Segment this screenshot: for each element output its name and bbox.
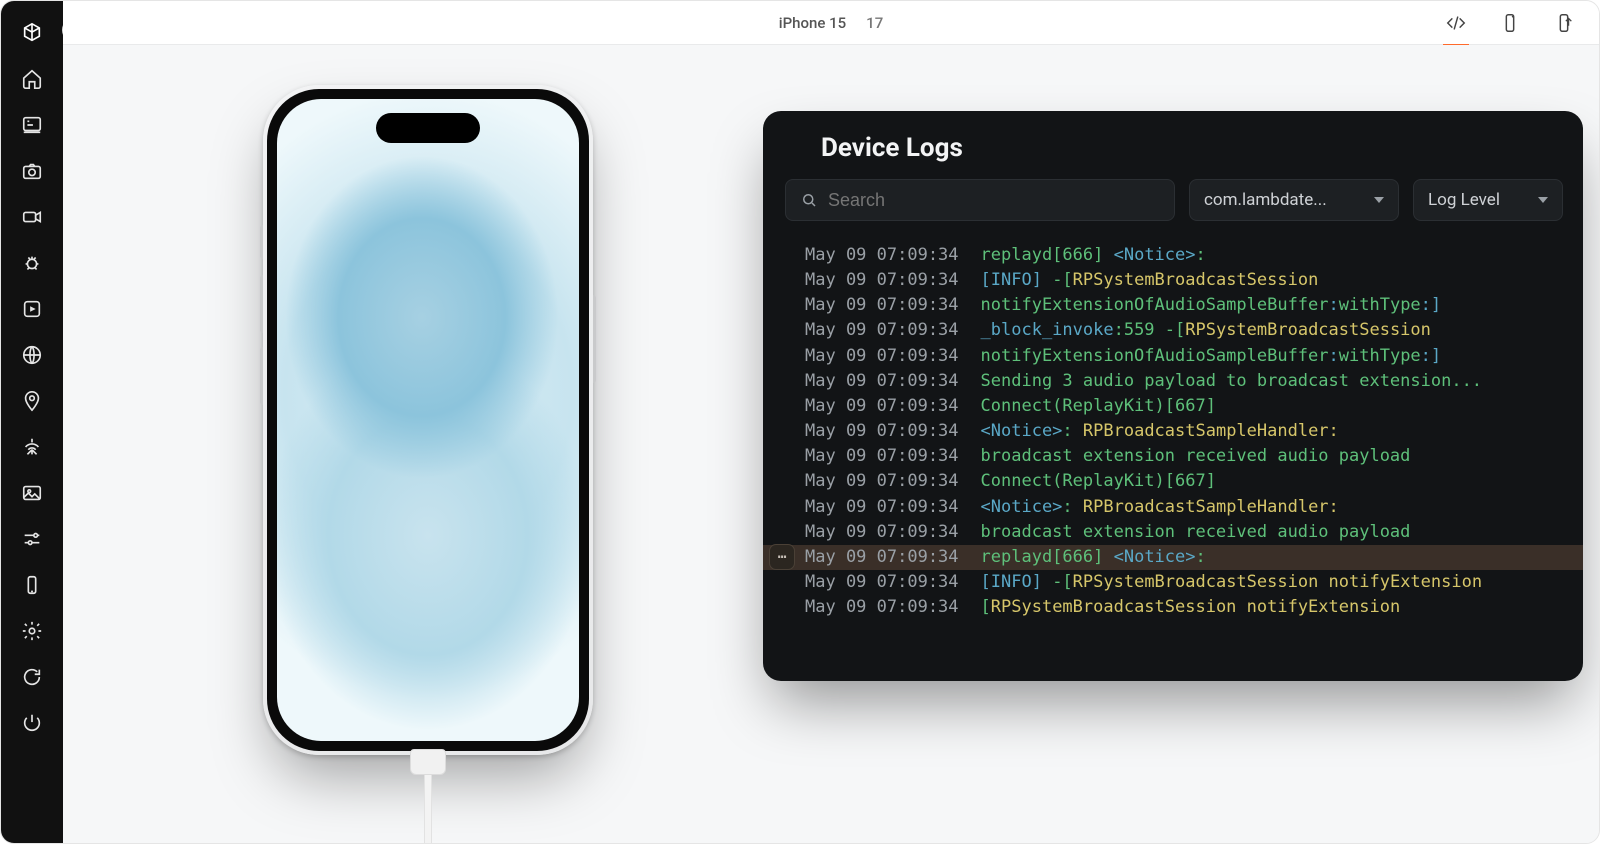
device-os-version: 17 — [866, 14, 883, 32]
topbar-actions — [1443, 1, 1577, 45]
log-message: notifyExtensionOfAudioSampleBuffer:withT… — [981, 344, 1442, 369]
log-timestamp: May 09 07:09:34 — [805, 318, 959, 343]
log-timestamp: May 09 07:09:34 — [805, 570, 959, 595]
app-window: iPhone 15 17 — [0, 0, 1600, 844]
gear-icon[interactable] — [12, 611, 52, 651]
globe-icon[interactable] — [12, 335, 52, 375]
log-timestamp: May 09 07:09:34 — [805, 344, 959, 369]
dynamic-island — [376, 113, 480, 143]
video-icon[interactable] — [12, 197, 52, 237]
apps-icon[interactable] — [12, 105, 52, 145]
sliders-icon[interactable] — [12, 519, 52, 559]
device-frame — [263, 85, 593, 755]
log-message: Sending 3 audio payload to broadcast ext… — [981, 369, 1483, 394]
gallery-icon[interactable] — [12, 473, 52, 513]
log-message: <Notice>: RPBroadcastSampleHandler: — [981, 495, 1339, 520]
log-row[interactable]: May 09 07:09:34 replayd[666] <Notice>: — [805, 243, 1563, 268]
device-screen[interactable] — [277, 99, 579, 741]
bug-icon[interactable] — [12, 243, 52, 283]
logs-body[interactable]: May 09 07:09:34replayd[666] <Notice>:May… — [763, 233, 1583, 620]
logs-level-filter-label: Log Level — [1428, 190, 1500, 210]
log-message: replayd[666] <Notice>: — [981, 243, 1206, 268]
log-row[interactable]: May 09 07:09:34 broadcast extension recei… — [805, 444, 1563, 469]
play-record-icon[interactable] — [12, 289, 52, 329]
device-bezel — [267, 89, 589, 751]
log-message: broadcast extension received audio paylo… — [981, 444, 1411, 469]
device-mute-switch — [260, 225, 263, 259]
log-message: Connect(ReplayKit)[667] — [981, 469, 1216, 494]
log-message: <Notice>: RPBroadcastSampleHandler: — [981, 419, 1339, 444]
code-toggle-button[interactable] — [1443, 10, 1469, 36]
log-message: [INFO] -[RPSystemBroadcastSession notify… — [981, 570, 1483, 595]
device-info: iPhone 15 17 — [779, 14, 883, 32]
log-timestamp: May 09 07:09:34 — [805, 520, 959, 545]
log-timestamp: May 09 07:09:34 — [805, 545, 959, 570]
log-row[interactable]: May 09 07:09:34 <Notice>: RPBroadcastSamp… — [805, 419, 1563, 444]
refresh-icon[interactable] — [12, 657, 52, 697]
device-logs-title: Device Logs — [763, 111, 1583, 179]
device-cable — [424, 775, 432, 844]
log-message: [RPSystemBroadcastSession notifyExtensio… — [981, 595, 1401, 620]
log-message: Connect(ReplayKit)[667] — [981, 394, 1216, 419]
device-os: 17 — [860, 14, 883, 32]
logs-search[interactable] — [785, 179, 1175, 221]
device-name: iPhone 15 — [779, 14, 846, 32]
log-message: [INFO] -[RPSystemBroadcastSession — [981, 268, 1319, 293]
log-row[interactable]: May 09 07:09:34 [RPSystemBroadcastSession… — [805, 595, 1563, 620]
home-icon[interactable] — [12, 59, 52, 99]
log-row[interactable]: May 09 07:09:34 notifyExtensionOfAudioSam… — [805, 293, 1563, 318]
camera-icon[interactable] — [12, 151, 52, 191]
log-message: replayd[666] <Notice>: — [981, 545, 1206, 570]
chevron-down-icon — [1374, 197, 1384, 203]
device-upload-button[interactable] — [1551, 10, 1577, 36]
device-icon[interactable] — [12, 565, 52, 605]
log-row[interactable]: May 09 07:09:34 Sending 3 audio payload t… — [805, 369, 1563, 394]
log-row[interactable]: May 09 07:09:34 _block_invoke:559 -[RPSys… — [805, 318, 1563, 343]
log-timestamp: May 09 07:09:34 — [805, 419, 959, 444]
brand-logo-icon[interactable] — [12, 13, 52, 53]
log-row[interactable]: May 09 07:09:34 notifyExtensionOfAudioSam… — [805, 344, 1563, 369]
power-icon[interactable] — [12, 703, 52, 743]
logs-level-filter[interactable]: Log Level — [1413, 179, 1563, 221]
network-icon[interactable] — [12, 427, 52, 467]
device-logs-panel: Device Logs com.lambdate... Log Level Ma… — [763, 111, 1583, 681]
chevron-down-icon — [1538, 197, 1548, 203]
log-timestamp: May 09 07:09:34 — [805, 369, 959, 394]
log-message: notifyExtensionOfAudioSampleBuffer:withT… — [981, 293, 1442, 318]
log-row-menu-button[interactable]: ⋯ — [769, 544, 795, 570]
log-message: _block_invoke:559 -[RPSystemBroadcastSes… — [981, 318, 1431, 343]
device-volume-up — [260, 275, 263, 333]
main-area: Device Logs com.lambdate... Log Level Ma… — [63, 45, 1599, 843]
logs-package-filter[interactable]: com.lambdate... — [1189, 179, 1399, 221]
log-timestamp: May 09 07:09:34 — [805, 469, 959, 494]
topbar: iPhone 15 17 — [63, 1, 1599, 45]
sidebar — [1, 1, 63, 843]
device-power-button — [593, 295, 596, 383]
log-timestamp: May 09 07:09:34 — [805, 293, 959, 318]
log-row[interactable]: May 09 07:09:34 <Notice>: RPBroadcastSamp… — [805, 495, 1563, 520]
device-preview-button[interactable] — [1497, 10, 1523, 36]
device-cable-connector — [410, 749, 446, 775]
log-row[interactable]: May 09 07:09:34 broadcast extension recei… — [805, 520, 1563, 545]
device-volume-down — [260, 347, 263, 405]
location-icon[interactable] — [12, 381, 52, 421]
log-message: broadcast extension received audio paylo… — [981, 520, 1411, 545]
logs-toolbar: com.lambdate... Log Level — [763, 179, 1583, 233]
log-row-highlighted[interactable]: ⋯ May 09 07:09:34 replayd[666] <Notice>: — [763, 545, 1583, 570]
logs-package-filter-label: com.lambdate... — [1204, 190, 1327, 210]
log-timestamp: May 09 07:09:34 — [805, 394, 959, 419]
search-icon — [800, 191, 818, 209]
log-row[interactable]: May 09 07:09:34 Connect(ReplayKit)[667] — [805, 394, 1563, 419]
log-timestamp: May 09 07:09:34 — [805, 595, 959, 620]
log-timestamp: May 09 07:09:34 — [805, 243, 959, 268]
log-timestamp: May 09 07:09:34 — [805, 495, 959, 520]
log-row[interactable]: May 09 07:09:34 [INFO] -[RPSystemBroadcas… — [805, 268, 1563, 293]
logs-search-input[interactable] — [828, 190, 1160, 211]
log-timestamp: May 09 07:09:34 — [805, 444, 959, 469]
log-timestamp: May 09 07:09:34 — [805, 268, 959, 293]
log-row[interactable]: May 09 07:09:34 [INFO] -[RPSystemBroadcas… — [805, 570, 1563, 595]
device-mock — [263, 85, 593, 785]
log-row[interactable]: May 09 07:09:34 Connect(ReplayKit)[667] — [805, 469, 1563, 494]
